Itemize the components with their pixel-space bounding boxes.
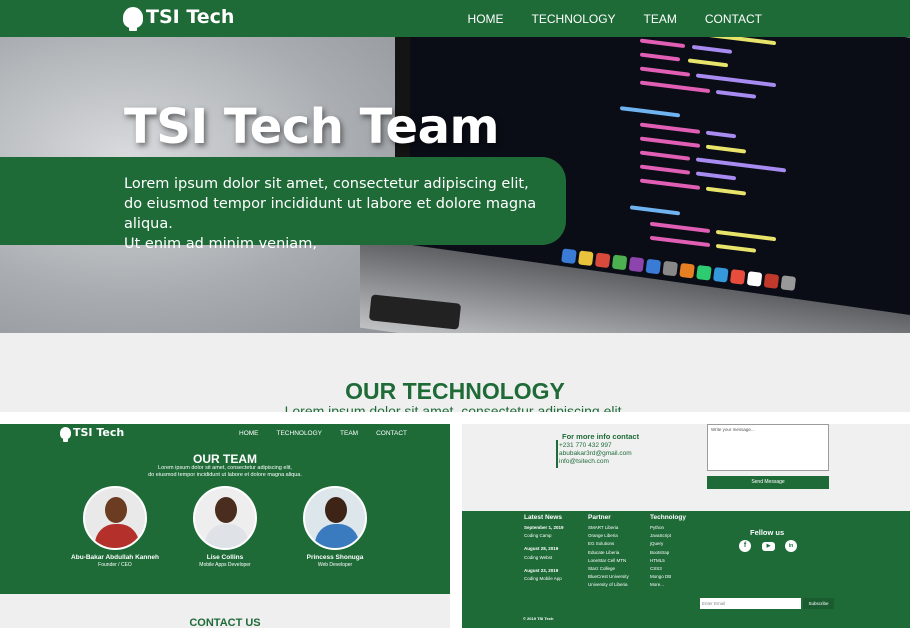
member-role: Mobile Apps Developer — [199, 562, 251, 568]
info-title: For more info contact — [562, 432, 640, 441]
team-member-card: Abu-Bakar Abdullah Kanneh Founder / CEO — [60, 486, 170, 568]
contact-email[interactable]: info@tsitech.com — [559, 458, 609, 465]
hero-page-screenshot: TSI Tech Team Lorem ipsum dolor sit amet… — [0, 0, 910, 412]
hero-line: do eiusmod tempor incididunt ut labore e… — [124, 196, 537, 232]
copyright: © 2019 TSI Tech — [523, 616, 554, 621]
hero-line: Ut enim ad minim veniam, — [124, 236, 317, 252]
follow-title: Fellow us — [750, 528, 785, 537]
partner-link[interactable]: Educate Liberia — [588, 549, 629, 557]
team-section: TSI Tech HOME TECHNOLOGY TEAM CONTACT OU… — [0, 424, 450, 594]
nav-contact[interactable]: CONTACT — [376, 430, 407, 437]
technology-link[interactable]: More... — [650, 581, 686, 589]
message-textarea[interactable]: Write your message... — [707, 424, 829, 471]
partner-link[interactable]: BlueCrest University — [588, 573, 629, 581]
team-subtitle-line: do eiusmod tempor incididunt ut labore e… — [148, 472, 302, 478]
technology-link[interactable]: jQuery — [650, 540, 686, 548]
brand-logo[interactable]: TSI Tech — [60, 426, 125, 442]
avatar — [83, 486, 147, 550]
hero-title: TSI Tech Team — [124, 99, 499, 155]
technology-link[interactable]: JavaScript — [650, 532, 686, 540]
brand-logo[interactable]: TSI Tech — [123, 6, 235, 31]
technology-link[interactable]: Python — [650, 524, 686, 532]
news-date: August 28, 2019 — [524, 546, 559, 552]
technology-link[interactable]: Mongo DB — [650, 573, 686, 581]
technology-link[interactable]: Bootstrap — [650, 549, 686, 557]
hero-line: Lorem ipsum dolor sit amet, consectetur … — [124, 176, 529, 192]
lightbulb-icon — [60, 426, 71, 442]
brand-name: TSI Tech — [146, 6, 235, 28]
footer-heading: Technology — [650, 514, 686, 521]
nav-home[interactable]: HOME — [239, 430, 259, 437]
youtube-icon[interactable]: ▶ — [762, 542, 775, 551]
partner-link[interactable]: Orange Liberia — [588, 532, 629, 540]
footer-partner: Partner SMART Liberia Orange Liberia EG … — [588, 514, 629, 590]
partner-link[interactable]: EG Solutions — [588, 540, 629, 548]
nav-technology[interactable]: TECHNOLOGY — [532, 12, 616, 26]
nav-technology[interactable]: TECHNOLOGY — [277, 430, 323, 437]
contact-phone: +231 770 432 997 — [559, 442, 612, 449]
nav-links: HOME TECHNOLOGY TEAM CONTACT — [440, 12, 762, 26]
brand-name: TSI Tech — [73, 426, 125, 439]
footer: Latest News September 1, 2019 Coding Cam… — [462, 511, 910, 628]
nav-team[interactable]: TEAM — [644, 12, 677, 26]
nav-home[interactable]: HOME — [468, 12, 504, 26]
facebook-icon[interactable]: f — [739, 540, 751, 552]
technology-link[interactable]: CSS3 — [650, 565, 686, 573]
nav-links: HOME TECHNOLOGY TEAM CONTACT — [239, 430, 425, 437]
member-role: Founder / CEO — [98, 562, 132, 568]
team-subtitle: Lorem ipsum dolor sit amet, consectetur … — [0, 465, 450, 479]
avatar — [193, 486, 257, 550]
technology-link[interactable]: HTML5 — [650, 557, 686, 565]
hero-banner: TSI Tech Team Lorem ipsum dolor sit amet… — [0, 37, 910, 333]
partner-link[interactable]: LoneStar Cell MTN — [588, 557, 629, 565]
subscribe-button[interactable]: Subscribe — [803, 598, 834, 609]
footer-heading: Latest News — [524, 514, 562, 521]
footer-technology: Technology Python JavaScript jQuery Boot… — [650, 514, 686, 590]
contact-title: CONTACT US — [189, 617, 261, 628]
technology-title: OUR TECHNOLOGY — [345, 378, 565, 404]
member-name: Abu-Bakar Abdullah Kanneh — [71, 554, 159, 561]
partner-link[interactable]: University of Liberia — [588, 581, 629, 589]
hero-description: Lorem ipsum dolor sit amet, consectetur … — [124, 174, 564, 254]
footer-news: Latest News September 1, 2019 Coding Cam… — [524, 514, 564, 583]
info-accent-bar — [556, 440, 558, 468]
team-member-card: Lise Collins Mobile Apps Developer — [170, 486, 280, 568]
member-name: Princess Shonuga — [306, 554, 364, 561]
member-name: Lise Collins — [206, 554, 244, 561]
contact-page-screenshot: For more info contact +231 770 432 997 a… — [462, 424, 910, 628]
nav-team[interactable]: TEAM — [340, 430, 358, 437]
news-date: August 23, 2019 — [524, 567, 559, 573]
footer-heading: Partner — [588, 514, 611, 521]
email-input[interactable]: Enter Email — [700, 598, 801, 609]
partner-link[interactable]: SMART Liberia — [588, 524, 629, 532]
member-role: Web Developer — [317, 562, 353, 568]
news-title[interactable]: Coding Webst — [524, 554, 564, 562]
contact-email[interactable]: abubakar3rd@gmail.com — [559, 450, 632, 457]
team-page-screenshot: TSI Tech HOME TECHNOLOGY TEAM CONTACT OU… — [0, 424, 450, 628]
linkedin-icon[interactable]: in — [785, 540, 797, 552]
send-message-button[interactable]: Send Message — [707, 476, 829, 489]
team-subtitle-line: Lorem ipsum dolor sit amet, consectetur … — [158, 465, 292, 471]
news-date: September 1, 2019 — [524, 525, 564, 530]
avatar — [303, 486, 367, 550]
technology-subtitle: Lorem ipsum dolor sit amet, consectetur … — [284, 403, 626, 412]
top-navbar: TSI Tech HOME TECHNOLOGY TEAM CONTACT — [0, 0, 910, 37]
news-title[interactable]: Coding Camp — [524, 532, 564, 540]
lightbulb-icon — [123, 6, 143, 31]
team-title: OUR TEAM — [193, 452, 257, 466]
partner-link[interactable]: Starz College — [588, 565, 629, 573]
team-member-card: Princess Shonuga Web Developer — [280, 486, 390, 568]
nav-contact[interactable]: CONTACT — [705, 12, 762, 26]
news-title[interactable]: Coding Mobile App — [524, 575, 564, 583]
